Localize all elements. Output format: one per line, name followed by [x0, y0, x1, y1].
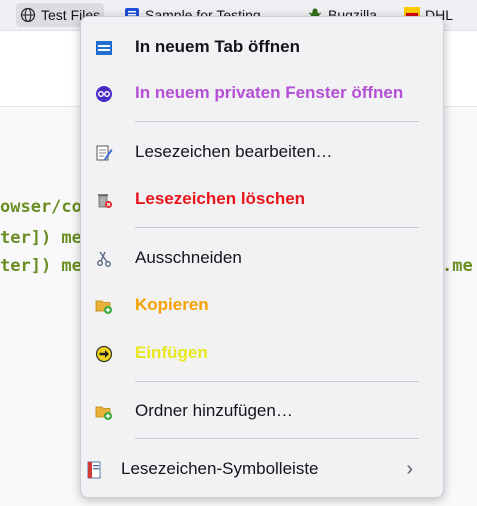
- paste-arrow-icon: [95, 345, 113, 363]
- menu-label: Ordner hinzufügen…: [135, 401, 293, 420]
- new-tab-icon: [95, 39, 113, 57]
- menu-separator: [135, 121, 419, 122]
- code-line: .me: [442, 256, 473, 276]
- copy-folder-icon: [95, 297, 113, 315]
- bookmarks-toolbar-icon: [86, 461, 104, 479]
- menu-open-in-private-window[interactable]: In neuem privaten Fenster öffnen: [81, 73, 443, 113]
- menu-bookmarks-toolbar-submenu[interactable]: Lesezeichen-Symbolleiste ›: [81, 449, 443, 489]
- code-line: ter]) me: [0, 228, 82, 248]
- menu-open-in-new-tab[interactable]: In neuem Tab öffnen: [81, 27, 443, 67]
- menu-paste[interactable]: Einfügen: [81, 333, 443, 373]
- menu-label: Ausschneiden: [135, 248, 242, 267]
- menu-label: Kopieren: [135, 295, 209, 314]
- add-folder-icon: [95, 403, 113, 421]
- menu-label: Einfügen: [135, 343, 208, 362]
- menu-separator: [135, 381, 419, 382]
- menu-edit-bookmark[interactable]: Lesezeichen bearbeiten…: [81, 132, 443, 172]
- menu-label: Lesezeichen löschen: [135, 189, 306, 208]
- menu-label: Lesezeichen bearbeiten…: [135, 142, 333, 161]
- menu-label: In neuem privaten Fenster öffnen: [135, 83, 404, 102]
- bookmark-context-menu: In neuem Tab öffnen In neuem privaten Fe…: [80, 16, 444, 498]
- trash-delete-icon: [95, 191, 113, 209]
- menu-separator: [135, 227, 419, 228]
- scissors-icon: [95, 250, 113, 268]
- menu-label: Lesezeichen-Symbolleiste: [121, 459, 319, 478]
- menu-delete-bookmark[interactable]: Lesezeichen löschen: [81, 179, 443, 219]
- menu-add-folder[interactable]: Ordner hinzufügen…: [81, 391, 443, 431]
- menu-label: In neuem Tab öffnen: [135, 37, 300, 56]
- globe-icon: [20, 7, 36, 23]
- private-mask-icon: [95, 85, 113, 103]
- menu-cut[interactable]: Ausschneiden: [81, 238, 443, 278]
- chevron-right-icon: ›: [406, 457, 413, 480]
- code-line: ter]) me: [0, 256, 82, 276]
- menu-separator: [135, 438, 419, 439]
- edit-bookmark-icon: [95, 144, 113, 162]
- menu-copy[interactable]: Kopieren: [81, 285, 443, 325]
- code-line: owser/co: [0, 197, 82, 217]
